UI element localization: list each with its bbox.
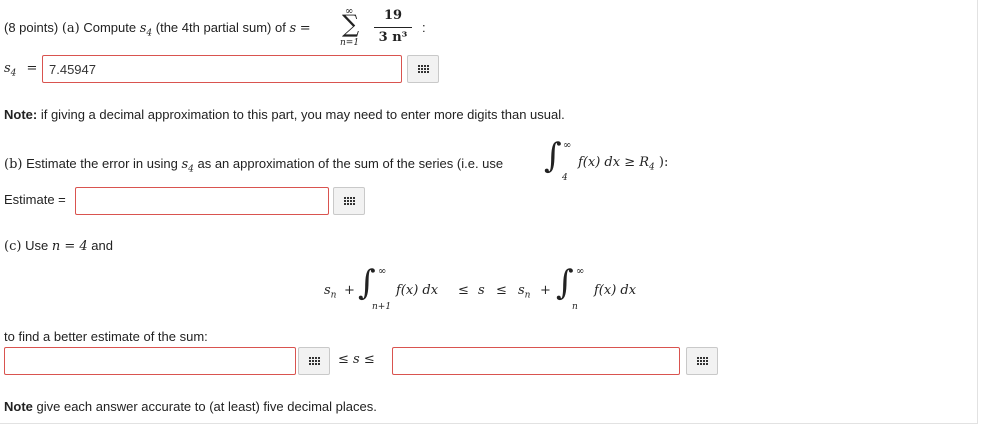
s-symbol: s bbox=[289, 21, 297, 36]
grid-icon bbox=[696, 357, 708, 365]
part-b-prompt: (b) Estimate the error in using s4 as an… bbox=[4, 156, 504, 175]
sigma-symbol: ∑ bbox=[342, 10, 360, 38]
integral-upper-limit: ∞ bbox=[563, 140, 572, 151]
part-c-prompt: (c) Use n = 4 and bbox=[4, 238, 113, 254]
colon: : bbox=[422, 20, 426, 35]
s-symbol-c: s bbox=[478, 283, 485, 298]
equation-editor-button-b[interactable] bbox=[333, 187, 365, 215]
sum-lower-limit: n=1 bbox=[340, 38, 360, 48]
part-a-text: Compute bbox=[83, 20, 137, 35]
points-label: (8 points) bbox=[4, 20, 59, 35]
integral-2-lower: n bbox=[572, 302, 578, 312]
integral-sign-2: ∫ bbox=[556, 263, 574, 303]
part-a-text-2: (the 4th partial sum) of bbox=[155, 20, 286, 35]
part-b-label: (b) bbox=[4, 157, 23, 172]
le-sign-2: ≤ bbox=[496, 283, 507, 298]
estimate-label: Estimate = bbox=[4, 192, 66, 207]
integrand-b: f(x) dx ≥ R4 ): bbox=[578, 155, 669, 173]
integral-1-upper: ∞ bbox=[378, 266, 387, 277]
integrand-2: f(x) dx bbox=[594, 283, 637, 298]
formula-sn: sn bbox=[324, 283, 337, 301]
equals-sign: = bbox=[299, 21, 311, 36]
integral-lower-limit: 4 bbox=[562, 173, 568, 183]
part-a-label: (a) bbox=[61, 21, 80, 36]
equation-editor-button-c2[interactable] bbox=[686, 347, 718, 375]
note-accuracy: Note give each answer accurate to (at le… bbox=[4, 399, 377, 414]
inequality-s: ≤ s ≤ bbox=[338, 352, 375, 367]
lower-bound-input[interactable] bbox=[4, 347, 296, 375]
fraction-bar bbox=[374, 27, 412, 28]
upper-bound-input[interactable] bbox=[392, 347, 680, 375]
grid-icon bbox=[308, 357, 320, 365]
plus-sign: + bbox=[344, 283, 355, 298]
integral-2-upper: ∞ bbox=[576, 266, 585, 277]
plus-sign-2: + bbox=[540, 283, 551, 298]
note-decimal: Note: if giving a decimal approximation … bbox=[4, 107, 565, 122]
grid-icon bbox=[417, 65, 429, 73]
formula-sn-2: sn bbox=[518, 283, 531, 301]
find-estimate-text: to find a better estimate of the sum: bbox=[4, 329, 208, 344]
integrand-1: f(x) dx bbox=[396, 283, 439, 298]
integral-sign: ∫ bbox=[544, 136, 562, 176]
le-sign-1: ≤ bbox=[458, 283, 469, 298]
fraction-denominator: 3 n³ bbox=[378, 30, 408, 45]
grid-icon bbox=[343, 197, 355, 205]
s4-answer-label: s4 = bbox=[4, 61, 38, 79]
integral-1-lower: n+1 bbox=[372, 302, 392, 312]
equation-editor-button-c1[interactable] bbox=[298, 347, 330, 375]
estimate-input[interactable] bbox=[75, 187, 329, 215]
s4-symbol: s4 bbox=[139, 21, 153, 39]
part-a-prompt: (8 points) (a) Compute s4 (the 4th parti… bbox=[4, 20, 311, 39]
s4-answer-input[interactable]: 7.45947 bbox=[42, 55, 402, 83]
integral-sign-1: ∫ bbox=[358, 263, 376, 303]
equation-editor-button-a[interactable] bbox=[407, 55, 439, 83]
fraction-numerator: 19 bbox=[383, 8, 403, 23]
